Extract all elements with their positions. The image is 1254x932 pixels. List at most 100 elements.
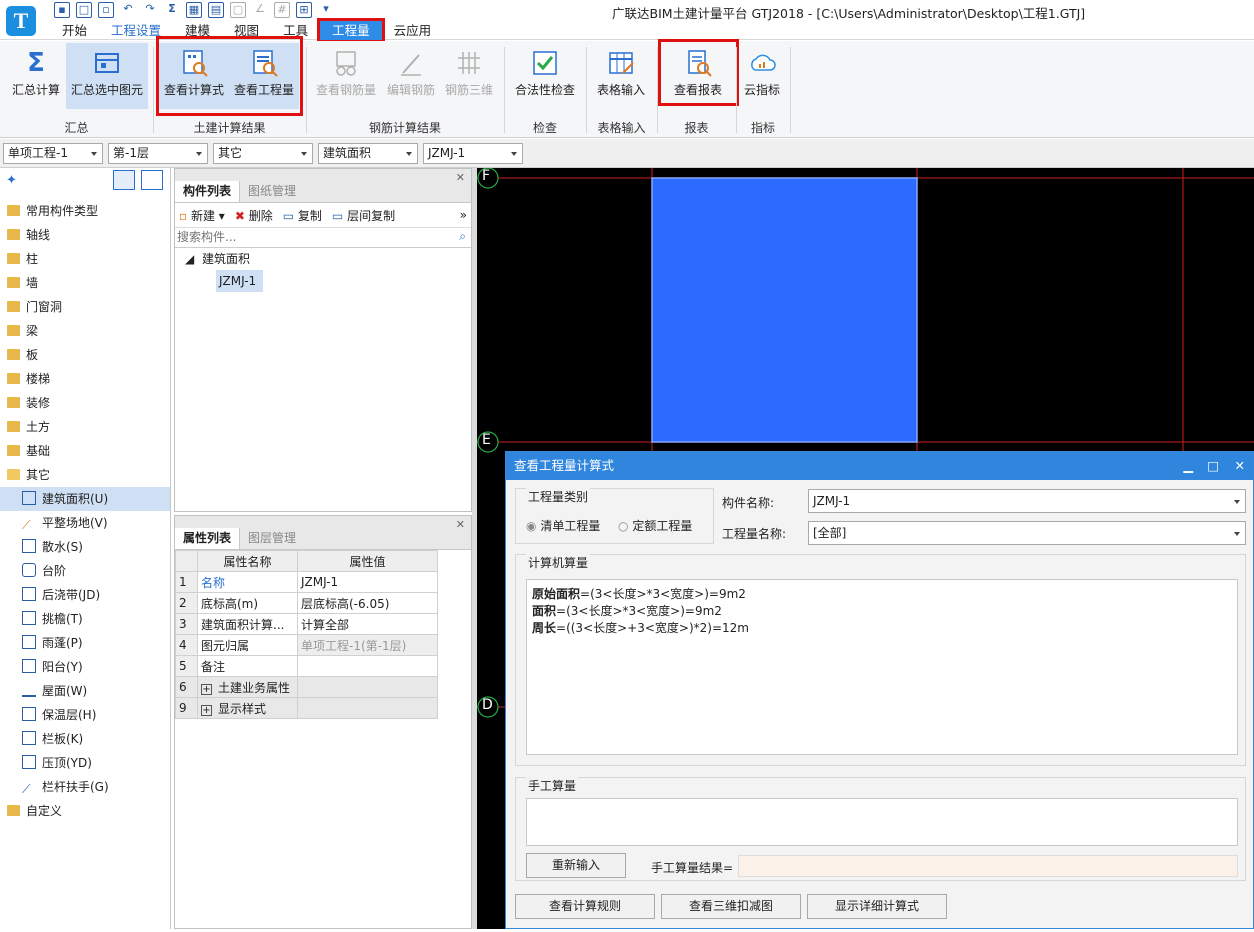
- formula-text-area[interactable]: 原始面积=(3<长度>*3<宽度>)=9m2 面积=(3<长度>*3<宽度>)=…: [526, 579, 1238, 755]
- tree-item-apron[interactable]: 散水(S): [0, 535, 170, 559]
- category-select[interactable]: 其它: [213, 143, 313, 164]
- tree-item-finish[interactable]: 装修: [0, 391, 170, 415]
- tree-item-building-area[interactable]: 建筑面积(U): [0, 487, 170, 511]
- tree-item-coping[interactable]: 压顶(YD): [0, 751, 170, 775]
- tree-item-site-leveling[interactable]: ⟋ 平整场地(V): [0, 511, 170, 535]
- tree-item-roof[interactable]: 屋面(W): [0, 679, 170, 703]
- manual-input-area[interactable]: [526, 798, 1238, 846]
- view-rebar-button[interactable]: 查看钢筋量: [312, 43, 380, 109]
- property-value[interactable]: 计算全部: [297, 613, 438, 635]
- rebar-3d-button[interactable]: 钢筋三维: [440, 43, 498, 109]
- tree-item-railing[interactable]: ⟋ 栏杆扶手(G): [0, 775, 170, 799]
- edit-rebar-button[interactable]: 编辑钢筋: [382, 43, 440, 109]
- sum-icon[interactable]: Σ: [164, 2, 180, 18]
- tree-item-canopy[interactable]: 雨蓬(P): [0, 631, 170, 655]
- pin-icon[interactable]: ✦: [6, 173, 17, 188]
- undo-icon[interactable]: ↶: [120, 2, 136, 18]
- tree-item-axis[interactable]: 轴线: [0, 223, 170, 247]
- table-row[interactable]: 6 + 土建业务属性: [175, 676, 438, 698]
- table-row[interactable]: 4 图元归属 单项工程-1(第-1层): [175, 634, 438, 656]
- tree-item-slab[interactable]: 板: [0, 343, 170, 367]
- component-name-select[interactable]: JZMJ-1: [808, 489, 1246, 513]
- splitter[interactable]: [472, 168, 477, 929]
- property-value[interactable]: JZMJ-1: [297, 571, 438, 593]
- maximize-icon[interactable]: □: [1207, 452, 1219, 480]
- cloud-index-button[interactable]: 云指标: [740, 43, 784, 109]
- copy-button[interactable]: ▭ 复制: [283, 207, 322, 224]
- summary-calc-button[interactable]: Σ 汇总计算: [6, 43, 66, 109]
- customize-icon[interactable]: ▾: [318, 2, 334, 18]
- radio-norm-quantity[interactable]: ○ 定额工程量: [618, 517, 692, 534]
- more-icon[interactable]: »: [460, 208, 467, 222]
- close-icon[interactable]: ✕: [1235, 452, 1245, 480]
- type-select[interactable]: 建筑面积: [318, 143, 418, 164]
- reinput-button[interactable]: 重新输入: [526, 853, 626, 878]
- new-button[interactable]: ▫ 新建 ▾: [179, 207, 225, 224]
- tree-item-stair[interactable]: 楼梯: [0, 367, 170, 391]
- tree-item-column[interactable]: 柱: [0, 247, 170, 271]
- tree-item-balcony[interactable]: 阳台(Y): [0, 655, 170, 679]
- table-input-button[interactable]: 表格输入: [592, 43, 650, 109]
- tree-item-common[interactable]: 常用构件类型: [0, 199, 170, 223]
- table-row[interactable]: 5 备注: [175, 655, 438, 677]
- expand-icon[interactable]: +: [201, 683, 212, 695]
- redo-icon[interactable]: ↷: [142, 2, 158, 18]
- floor-select[interactable]: 第-1层: [108, 143, 208, 164]
- search-icon[interactable]: ⌕: [459, 229, 466, 244]
- tree-item-parapet[interactable]: 栏板(K): [0, 727, 170, 751]
- minimize-icon[interactable]: ▁: [1183, 452, 1193, 480]
- tab-property-list[interactable]: 属性列表: [175, 528, 241, 549]
- show-detail-formula-button[interactable]: 显示详细计算式: [807, 894, 947, 919]
- project-select[interactable]: 单项工程-1: [3, 143, 103, 164]
- tree-item-insulation[interactable]: 保温层(H): [0, 703, 170, 727]
- component-select[interactable]: JZMJ-1: [423, 143, 523, 164]
- tab-cloud[interactable]: 云应用: [382, 21, 444, 40]
- component-group[interactable]: ◢ 建筑面积: [175, 248, 471, 270]
- table-row[interactable]: 9 + 显示样式: [175, 697, 438, 719]
- component-item[interactable]: JZMJ-1: [216, 270, 263, 292]
- building-area-shape[interactable]: [651, 177, 918, 443]
- open-icon[interactable]: ▫: [98, 2, 114, 18]
- tab-component-list[interactable]: 构件列表: [175, 181, 241, 202]
- tab-layer-management[interactable]: 图层管理: [240, 528, 304, 549]
- save-icon[interactable]: ▪: [54, 2, 70, 18]
- property-value[interactable]: 层底标高(-6.05): [297, 592, 438, 614]
- export-icon[interactable]: ⊞: [296, 2, 312, 18]
- tree-item-post-pour[interactable]: 后浇带(JD): [0, 583, 170, 607]
- table-row[interactable]: 2 底标高(m) 层底标高(-6.05): [175, 592, 438, 614]
- new-icon[interactable]: □: [76, 2, 92, 18]
- grid-icon[interactable]: #: [274, 2, 290, 18]
- quantity-name-select[interactable]: [全部]: [808, 521, 1246, 545]
- tab-quantity[interactable]: 工程量: [317, 18, 385, 43]
- grid-view-icon[interactable]: [141, 170, 163, 190]
- tree-item-earthwork[interactable]: 土方: [0, 415, 170, 439]
- tree-item-eave[interactable]: 挑檐(T): [0, 607, 170, 631]
- edit-icon[interactable]: ∠: [252, 2, 268, 18]
- close-icon[interactable]: ✕: [456, 518, 465, 531]
- property-value[interactable]: [297, 655, 438, 677]
- close-icon[interactable]: ✕: [456, 171, 465, 184]
- tree-item-opening[interactable]: 门窗洞: [0, 295, 170, 319]
- view-calc-rules-button[interactable]: 查看计算规则: [515, 894, 655, 919]
- view-calc-icon[interactable]: ▦: [186, 2, 202, 18]
- tree-item-beam[interactable]: 梁: [0, 319, 170, 343]
- app-logo[interactable]: T: [6, 6, 36, 36]
- list-view-icon[interactable]: [113, 170, 135, 190]
- summary-selected-button[interactable]: 汇总选中图元: [66, 43, 148, 109]
- tab-start[interactable]: 开始: [50, 21, 99, 40]
- floor-copy-button[interactable]: ▭ 层间复制: [332, 207, 395, 224]
- tree-item-steps[interactable]: 台阶: [0, 559, 170, 583]
- view-qty-icon[interactable]: ▤: [208, 2, 224, 18]
- table-row[interactable]: 3 建筑面积计算... 计算全部: [175, 613, 438, 635]
- radio-list-quantity[interactable]: ◉ 清单工程量: [526, 517, 600, 534]
- tab-drawing-management[interactable]: 图纸管理: [240, 181, 304, 202]
- search-input[interactable]: [175, 228, 445, 246]
- tree-item-foundation[interactable]: 基础: [0, 439, 170, 463]
- delete-button[interactable]: ✖ 删除: [235, 207, 273, 224]
- report-icon[interactable]: ▢: [230, 2, 246, 18]
- table-row[interactable]: 1 名称 JZMJ-1: [175, 571, 438, 593]
- validity-check-button[interactable]: 合法性检查: [510, 43, 580, 109]
- tree-item-other[interactable]: 其它: [0, 463, 170, 487]
- tree-item-wall[interactable]: 墙: [0, 271, 170, 295]
- view-3d-deduction-button[interactable]: 查看三维扣减图: [661, 894, 801, 919]
